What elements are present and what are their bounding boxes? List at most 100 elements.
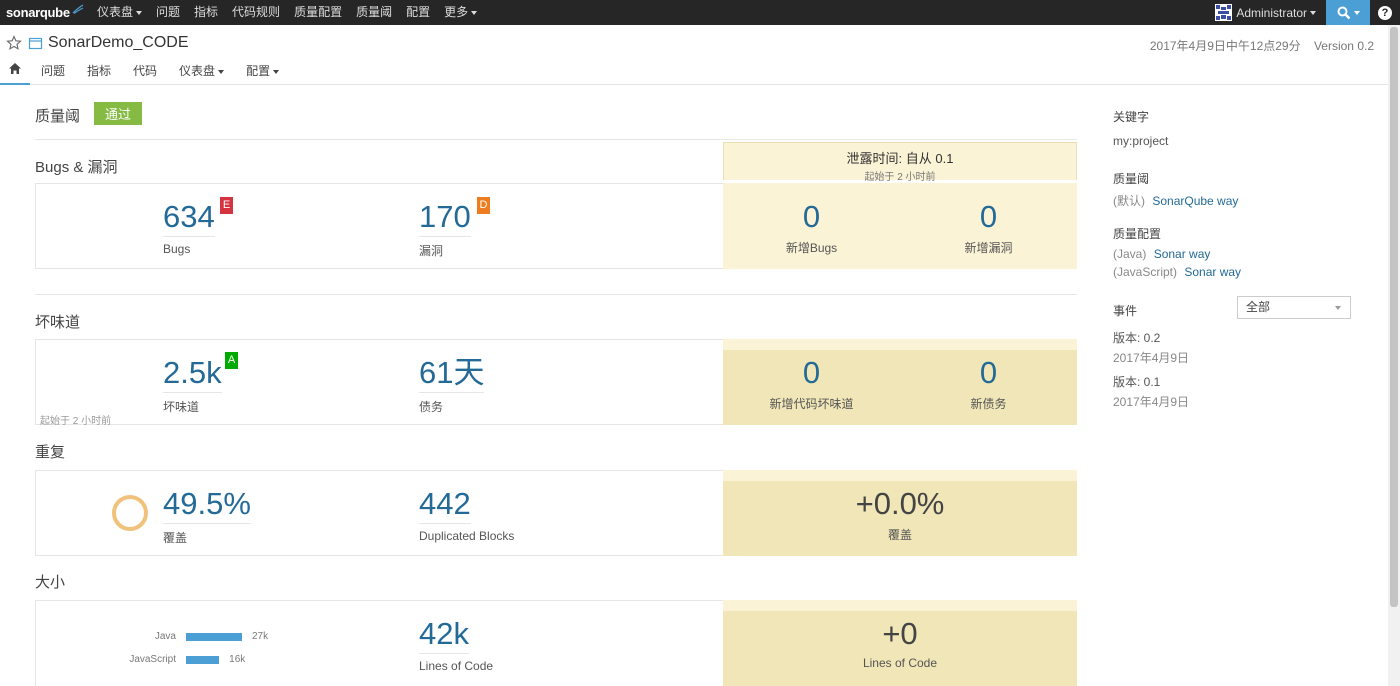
user-menu[interactable]: Administrator [1215,4,1326,21]
nav-issues[interactable]: 问题 [149,0,187,25]
nav-administration[interactable]: 配置 [399,0,437,25]
divider [35,139,1077,140]
quality-gate-title: 质量阈 [35,108,81,125]
event-name: 版本: 0.1 [1113,375,1161,389]
language-row-javascript: JavaScript 16k [96,654,245,665]
home-icon [9,63,21,74]
vulnerabilities-value[interactable]: 170 [419,200,471,237]
new-code-smells-metric[interactable]: 0 新增代码坏味道 [723,356,900,412]
new-duplications-metric[interactable]: +0.0% 覆盖 [723,487,1077,543]
duplications-metric[interactable]: 49.5% 覆盖 [163,487,251,546]
chevron-down-icon [1335,306,1341,310]
quality-gate-badge: 通过 [94,102,143,125]
profile-language: (Java) [1113,247,1147,261]
language-loc: 27k [252,631,269,642]
project-name[interactable]: SonarDemo_CODE [48,34,189,52]
avatar [1215,4,1233,21]
new-duplications-value[interactable]: +0.0% [723,487,1077,521]
new-bugs-value[interactable]: 0 [723,200,900,234]
nav-more[interactable]: 更多 [437,0,484,25]
lines-of-code-value[interactable]: 42k [419,617,469,654]
lines-of-code-label: Lines of Code [419,659,494,673]
tab-dashboards[interactable]: 仪表盘 [168,61,235,85]
chevron-down-icon [1310,10,1316,15]
project-tabs: 问题 指标 代码 仪表盘 配置 [0,61,290,85]
new-debt-label: 新债务 [970,397,1007,411]
chevron-down-icon [218,69,225,74]
logo-waves-icon [72,3,84,14]
bugs-value[interactable]: 634 [163,200,215,237]
page-scrollbar[interactable] [1388,25,1400,686]
tab-home[interactable] [0,61,30,85]
new-lines-value[interactable]: +0 [723,617,1077,651]
star-icon[interactable] [6,35,22,51]
quality-gate-sidebar-title: 质量阈 [1113,172,1150,186]
size-leak-panel: +0 Lines of Code [723,600,1077,686]
chevron-down-icon [136,10,143,15]
code-smells-value[interactable]: 2.5k [163,356,222,393]
size-card: Java 27k JavaScript 16k 42k Lines of Cod… [35,600,1077,686]
duplicated-blocks-value[interactable]: 442 [419,487,471,524]
nav-measures[interactable]: 指标 [187,0,225,25]
key-title: 关键字 [1113,110,1150,124]
events-filter-value: 全部 [1246,300,1271,314]
search-button[interactable] [1326,0,1370,25]
new-vulnerabilities-value[interactable]: 0 [900,200,1077,234]
vulnerabilities-metric[interactable]: 170 漏洞 [419,200,471,259]
nav-dashboards[interactable]: 仪表盘 [90,0,149,25]
quality-gate-status: 质量阈 通过 [35,101,143,126]
scrollbar-thumb[interactable] [1390,27,1398,607]
event-name: 版本: 0.2 [1113,331,1161,345]
tab-code[interactable]: 代码 [122,61,168,85]
lines-of-code-metric[interactable]: 42k Lines of Code [419,617,493,673]
section-title-code-smells: 坏味道 [35,314,81,331]
new-vulnerabilities-metric[interactable]: 0 新增漏洞 [900,200,1077,256]
maintainability-rating-badge[interactable]: A [225,352,238,369]
debt-value[interactable]: 61天 [419,356,485,393]
project-icon [28,37,43,50]
sonarqube-logo[interactable]: sonarqube [0,0,90,25]
language-loc: 16k [229,654,246,665]
quality-profile-link[interactable]: Sonar way [1184,265,1241,279]
help-icon: ? [1378,5,1392,20]
nav-rules[interactable]: 代码规则 [225,0,287,25]
duplications-label: 覆盖 [163,531,188,545]
leak-period-header: 泄露时间: 自从 0.1 起始于 2 小时前 [723,142,1077,183]
code-smells-metric[interactable]: 2.5k 坏味道 [163,356,222,415]
new-duplications-label: 覆盖 [887,528,912,542]
duplications-value[interactable]: 49.5% [163,487,251,524]
new-code-smells-value[interactable]: 0 [723,356,900,390]
duplicated-blocks-metric[interactable]: 442 Duplicated Blocks [419,487,514,543]
quality-gate-link[interactable]: SonarQube way [1152,194,1238,208]
tab-administration[interactable]: 配置 [235,61,290,85]
new-code-smells-label: 新增代码坏味道 [769,397,854,411]
nav-quality-profiles[interactable]: 质量配置 [287,0,349,25]
quality-profiles-title: 质量配置 [1113,227,1162,241]
nav-quality-gates[interactable]: 质量阈 [349,0,399,25]
tab-issues[interactable]: 问题 [30,61,76,85]
bugs-metric[interactable]: 634 Bugs [163,200,215,256]
duplications-leak-panel: +0.0% 覆盖 [723,470,1077,556]
event-date: 2017年4月9日 [1113,351,1190,365]
new-lines-metric[interactable]: +0 Lines of Code [723,617,1077,671]
chevron-down-icon [273,69,280,74]
tab-measures[interactable]: 指标 [76,61,122,85]
new-debt-value[interactable]: 0 [900,356,1077,390]
vulnerabilities-rating-badge[interactable]: D [477,197,490,214]
quality-profile-link[interactable]: Sonar way [1154,247,1211,261]
bugs-rating-badge[interactable]: E [220,197,233,214]
new-bugs-metric[interactable]: 0 新增Bugs [723,200,900,256]
vulnerabilities-label: 漏洞 [419,244,444,258]
since-note: 起始于 2 小时前 [40,416,112,427]
help-button[interactable]: ? [1370,0,1400,25]
duplicated-blocks-label: Duplicated Blocks [419,529,515,543]
default-note: (默认) [1113,194,1145,208]
language-name: JavaScript [129,654,176,665]
user-name: Administrator [1236,5,1307,20]
new-debt-metric[interactable]: 0 新债务 [900,356,1077,412]
new-bugs-label: 新增Bugs [785,241,838,255]
bugs-label: Bugs [163,242,191,256]
events-filter-select[interactable]: 全部 [1237,296,1351,319]
debt-metric[interactable]: 61天 债务 [419,356,485,415]
language-bar [186,655,220,664]
